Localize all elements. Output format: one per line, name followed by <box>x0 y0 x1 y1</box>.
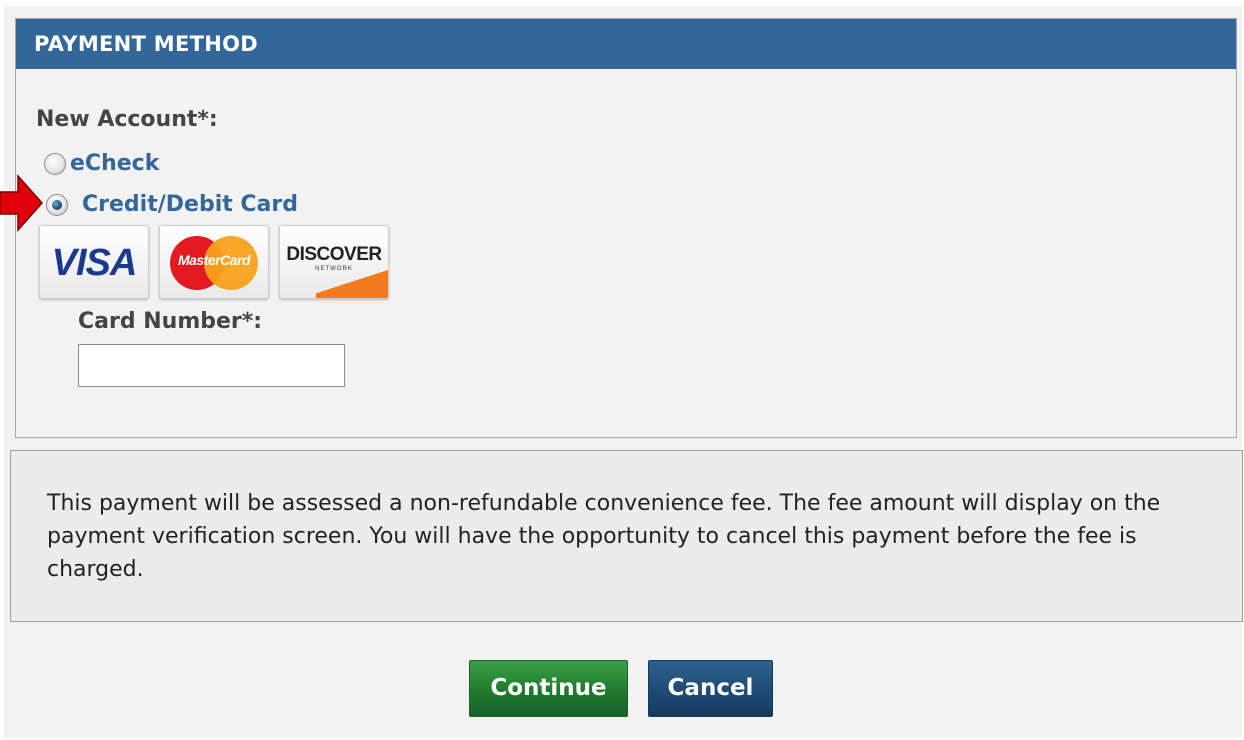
continue-button[interactable]: Continue <box>469 660 628 717</box>
discover-logo-text: DISCOVER <box>286 244 382 265</box>
notice-text: This payment will be assessed a non-refu… <box>47 491 1161 582</box>
payment-method-panel: PAYMENT METHOD New Account*: eCheck Cred… <box>15 18 1237 438</box>
echeck-radio[interactable] <box>44 152 66 175</box>
echeck-label[interactable]: eCheck <box>70 151 159 176</box>
card-number-label: Card Number*: <box>78 309 263 334</box>
cancel-button[interactable]: Cancel <box>648 660 773 717</box>
credit-debit-card-radio[interactable] <box>46 193 68 216</box>
new-account-label: New Account*: <box>36 107 218 132</box>
mastercard-logo-text: MasterCard <box>177 252 251 268</box>
visa-logo-text: VISA <box>51 242 138 284</box>
discover-logo-icon: DISCOVER NETWORK <box>279 225 389 299</box>
discover-logo-subtext: NETWORK <box>315 266 353 272</box>
visa-logo-icon: VISA <box>39 225 149 299</box>
convenience-fee-notice: This payment will be assessed a non-refu… <box>10 450 1243 622</box>
card-number-input[interactable] <box>78 344 345 387</box>
panel-header: PAYMENT METHOD <box>16 19 1236 69</box>
option-credit-debit-card[interactable]: Credit/Debit Card <box>46 192 298 217</box>
red-arrow-icon <box>0 174 44 232</box>
credit-debit-card-label[interactable]: Credit/Debit Card <box>82 192 298 217</box>
mastercard-logo-icon: MasterCard <box>159 225 269 299</box>
accepted-cards: VISA MasterCard DISCOVER NETWORK <box>39 225 389 299</box>
option-echeck[interactable]: eCheck <box>44 151 159 176</box>
discover-swoosh <box>316 268 388 298</box>
